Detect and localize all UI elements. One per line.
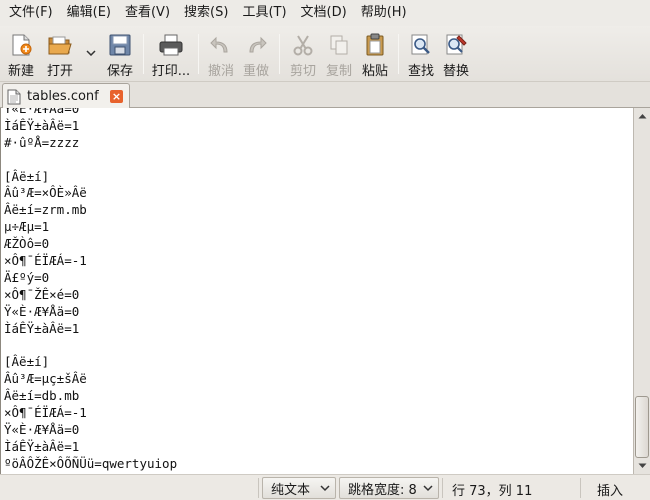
toolbar-separator [143,34,144,74]
tab-tables-conf[interactable]: tables.conf × [2,83,130,109]
find-label: 查找 [407,64,434,79]
document-icon [7,89,21,104]
statusbar: 纯文本 跳格宽度: 8 行 73，列 11 插入 [0,474,650,500]
editor-line: Ÿ«È·Æ¥Åä=0 [4,303,80,319]
editor-text[interactable]: Ÿ«È·Æ¥Åä=0 ÌáÊŸ±àÂë=1 #·ûºÅ=zzzz [Âë±í] Âû³Æ… [1,108,633,473]
open-label: 打开 [46,64,73,79]
vertical-scrollbar[interactable] [633,108,650,474]
editor-line: Ä£ºý=0 [4,269,50,285]
menu-edit[interactable]: 编辑(E) [60,2,118,24]
menu-file[interactable]: 文件(F) [2,2,60,24]
menu-tools[interactable]: 工具(T) [235,2,293,24]
undo-label: 撤消 [207,64,234,79]
print-button[interactable]: 打印... [149,26,193,80]
new-document-icon [8,32,34,58]
text-editor[interactable]: Ÿ«È·Æ¥Åä=0 ÌáÊŸ±àÂë=1 #·ûºÅ=zzzz [Âë±í] Âû³Æ… [0,108,633,474]
editor-line: Ÿ«È·Æ¥Åä=0 [4,108,80,116]
save-button[interactable]: 保存 [102,26,138,80]
undo-button[interactable]: 撤消 [204,26,238,80]
cut-button[interactable]: 剪切 [285,26,321,80]
tab-label: tables.conf [27,89,99,104]
menu-view[interactable]: 查看(V) [118,2,177,24]
open-recent-dropdown[interactable] [80,26,102,80]
paste-clipboard-icon [362,32,388,58]
arrow-up-icon [638,114,646,119]
status-separator [580,478,581,498]
chevron-down-icon [423,485,433,492]
undo-icon [208,32,234,58]
toolbar: 新建 打开 保存 打印... 撤消 重做 剪切 复制 粘贴 查找 替换 [0,26,650,82]
editor-line: Ÿ«È·Æ¥Åä=0 [4,421,80,437]
find-button[interactable]: 查找 [404,26,438,80]
toolbar-separator [279,34,280,74]
open-button[interactable]: 打开 [40,26,80,80]
document-tabbar: tables.conf × [0,82,650,109]
editor-line: Âë±í=db.mb [4,388,80,404]
new-label: 新建 [7,64,34,79]
scroll-down-button[interactable] [634,458,650,474]
arrow-down-icon [638,463,646,468]
paste-button[interactable]: 粘贴 [357,26,393,80]
editor-line: Âë±í=zrm.mb [4,202,87,218]
menu-help[interactable]: 帮助(H) [354,2,414,24]
editor-line: ×Ô¶¯ŽÊ×é=0 [4,286,80,302]
copy-icon [326,32,352,58]
editor-line: Âû³Æ=µç±šÂë [4,371,87,387]
copy-label: 复制 [325,64,352,79]
syntax-label: 纯文本 [271,482,311,498]
redo-button[interactable]: 重做 [238,26,274,80]
scrollbar-thumb[interactable] [635,396,649,458]
redo-label: 重做 [242,64,269,79]
editor-line: Âû³Æ=×ÔÈ»Âë [4,185,87,201]
editor-line: ºöÂÔŽÊ×ÔÕÑÜü=qwertyuiop [4,455,178,471]
chevron-down-icon [320,485,330,492]
copy-button[interactable]: 复制 [321,26,357,80]
editor-line: ÌáÊŸ±àÂë=1 [4,117,80,133]
insert-mode: 插入 [597,484,624,499]
cut-label: 剪切 [289,64,316,79]
print-label: 打印... [151,64,191,79]
editor-line: ÌáÊŸ±àÂë=1 [4,320,80,336]
printer-icon [158,32,184,58]
menu-documents[interactable]: 文档(D) [294,2,354,24]
new-button[interactable]: 新建 [2,26,40,80]
editor-line: ÆŽÒô=0 [4,236,50,252]
status-separator [442,478,443,498]
scroll-up-button[interactable] [634,108,650,124]
replace-button[interactable]: 替换 [438,26,474,80]
editor-line: ×Ô¶¯ÉÏÆÁ=-1 [4,253,87,269]
editor-line: [Âë±í] [4,168,50,184]
close-icon[interactable]: × [110,90,123,103]
replace-icon [443,32,469,58]
tab-width-label: 跳格宽度: 8 [348,482,417,498]
editor-line: µ÷Æµ=1 [4,219,50,235]
redo-icon [243,32,269,58]
scissors-icon [290,32,316,58]
save-icon [107,32,133,58]
toolbar-separator [398,34,399,74]
toolbar-separator [198,34,199,74]
menu-search[interactable]: 搜索(S) [177,2,235,24]
open-folder-icon [47,32,73,58]
syntax-selector[interactable]: 纯文本 [262,477,336,499]
replace-label: 替换 [442,64,469,79]
cursor-position: 行 73，列 11 [452,484,533,499]
editor-line: [Âë±í] [4,354,50,370]
tab-width-selector[interactable]: 跳格宽度: 8 [339,477,439,499]
save-label: 保存 [106,64,133,79]
editor-line: ÌáÊŸ±àÂë=1 [4,438,80,454]
find-magnifier-icon [408,32,434,58]
chevron-down-icon [86,50,96,56]
status-separator [258,478,259,498]
editor-line: #·ûºÅ=zzzz [4,134,80,150]
menubar: 文件(F) 编辑(E) 查看(V) 搜索(S) 工具(T) 文档(D) 帮助(H… [0,0,650,26]
paste-label: 粘贴 [361,64,388,79]
editor-line: ×Ô¶¯ÉÏÆÁ=-1 [4,405,87,421]
